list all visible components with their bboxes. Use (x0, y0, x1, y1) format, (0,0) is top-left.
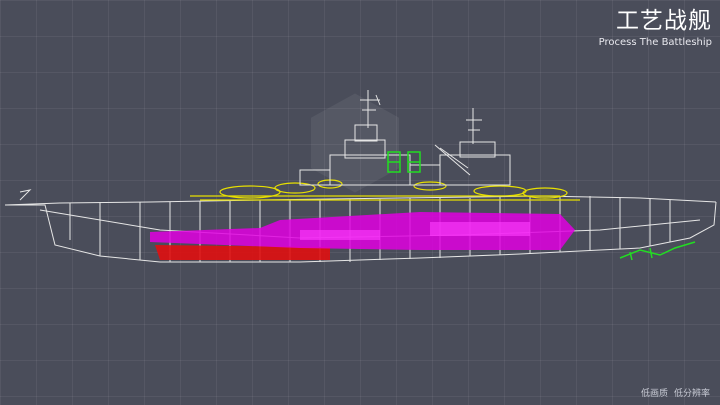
quality-settings: 低画质 低分辨率 (641, 386, 710, 399)
hull-magenta-section (150, 212, 575, 250)
superstructure-wireframe (299, 90, 511, 186)
title-block: 工艺战舰 Process The Battleship (599, 6, 712, 50)
low-quality-button[interactable]: 低画质 (641, 386, 668, 399)
deck-yellow-section (190, 179, 580, 201)
battleship-viewport[interactable] (0, 80, 720, 280)
page-title: 工艺战舰 (616, 8, 712, 34)
low-resolution-button[interactable]: 低分辨率 (674, 386, 710, 399)
page-subtitle: Process The Battleship (598, 37, 712, 48)
